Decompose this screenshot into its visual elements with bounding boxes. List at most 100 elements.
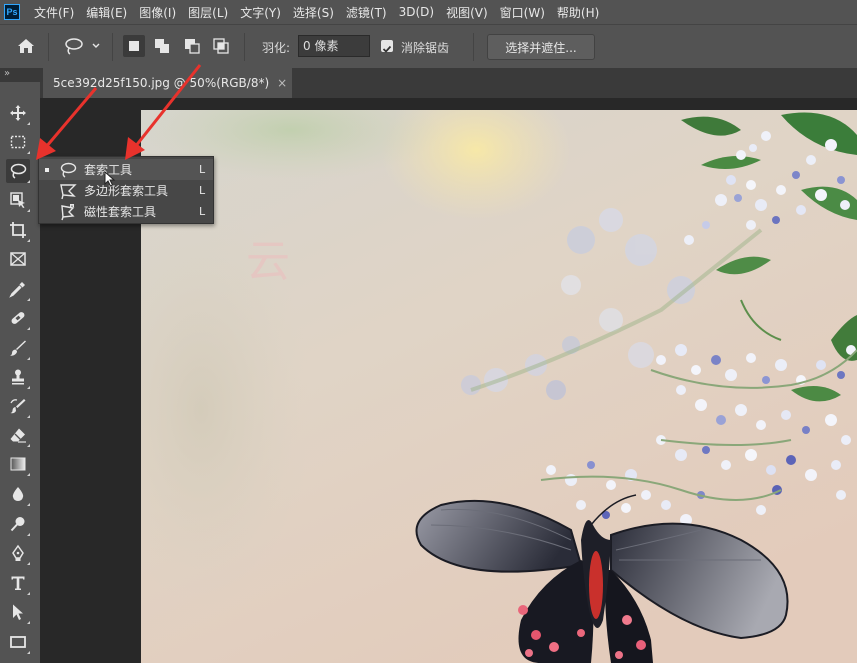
tool-group-indicator [27, 503, 30, 506]
new-selection-button[interactable] [123, 35, 145, 57]
flyout-item-magnetic-lasso[interactable]: 磁性套索工具 L [39, 201, 213, 222]
frame-icon [10, 252, 26, 266]
tool-group-indicator [27, 357, 30, 360]
feather-input[interactable]: 0 像素 [298, 35, 370, 57]
lasso-tool-flyout: 套索工具 L 多边形套索工具 L 磁性套索工具 L [38, 156, 214, 224]
new-selection-icon [129, 41, 139, 51]
history-brush-icon [10, 399, 26, 414]
menu-bar: Ps 文件(F) 编辑(E) 图像(I) 图层(L) 文字(Y) 选择(S) 滤… [0, 0, 857, 24]
rectangle-icon [10, 636, 26, 648]
crop-icon [10, 222, 26, 238]
lasso-icon [10, 163, 27, 179]
flyout-item-lasso[interactable]: 套索工具 L [39, 159, 213, 180]
eyedropper-tool[interactable] [6, 277, 30, 301]
flyout-item-polygonal-lasso[interactable]: 多边形套索工具 L [39, 180, 213, 201]
menu-file[interactable]: 文件(F) [34, 4, 74, 21]
menu-filter[interactable]: 滤镜(T) [346, 4, 387, 21]
polygonal-lasso-icon [60, 184, 77, 200]
tool-group-indicator [27, 562, 30, 565]
tool-group-indicator [27, 386, 30, 389]
history-brush-tool[interactable] [6, 394, 30, 418]
eraser-tool[interactable] [6, 423, 30, 447]
divider [473, 33, 474, 61]
blur-tool[interactable] [6, 482, 30, 506]
gradient-tool[interactable] [6, 452, 30, 476]
pen-tool[interactable] [6, 541, 30, 565]
tool-group-indicator [27, 651, 30, 654]
brush-tool[interactable] [6, 336, 30, 360]
object-selection-icon [10, 192, 25, 208]
type-icon [11, 576, 25, 590]
frame-tool[interactable] [6, 247, 30, 271]
eraser-icon [10, 428, 26, 443]
collapse-panels-button[interactable]: » [0, 68, 44, 82]
menu-edit[interactable]: 编辑(E) [86, 4, 127, 21]
marquee-icon [10, 135, 26, 149]
tool-group-indicator [27, 122, 30, 125]
path-selection-tool[interactable] [6, 600, 30, 624]
flyout-item-label: 多边形套索工具 [84, 184, 169, 198]
select-and-mask-button[interactable]: 选择并遮住... [487, 34, 595, 60]
tool-group-indicator [27, 151, 30, 154]
lasso-tool[interactable] [6, 159, 30, 183]
move-icon [10, 105, 26, 121]
tool-group-indicator [27, 415, 30, 418]
tool-group-indicator [27, 209, 30, 212]
divider [112, 33, 113, 61]
divider [48, 33, 49, 61]
menu-help[interactable]: 帮助(H) [557, 4, 599, 21]
document-tab-title: 5ce392d25f150.jpg @ 50%(RGB/8*) [53, 76, 270, 90]
tool-group-indicator [27, 533, 30, 536]
type-tool[interactable] [6, 571, 30, 595]
menu-window[interactable]: 窗口(W) [500, 4, 545, 21]
tool-group-indicator [27, 444, 30, 447]
flyout-item-shortcut: L [199, 163, 206, 176]
home-icon [18, 39, 34, 53]
tool-preset-picker[interactable] [62, 35, 104, 57]
subtract-from-selection-button[interactable] [181, 35, 203, 57]
dodge-tool[interactable] [6, 512, 30, 536]
object-selection-tool[interactable] [6, 188, 30, 212]
bandage-icon [11, 312, 25, 324]
drop-icon [12, 487, 24, 501]
add-selection-icon [155, 39, 169, 53]
pen-icon [12, 544, 24, 561]
menu-select[interactable]: 选择(S) [293, 4, 334, 21]
menu-type[interactable]: 文字(Y) [240, 4, 281, 21]
selected-bullet-icon [45, 167, 49, 172]
tools-panel [0, 82, 40, 663]
tool-group-indicator [27, 239, 30, 242]
document-canvas-image[interactable] [141, 110, 857, 663]
marquee-tool[interactable] [6, 130, 30, 154]
checkmark-icon [382, 45, 392, 53]
antialias-checkbox[interactable] [381, 40, 393, 53]
close-tab-icon[interactable]: × [277, 76, 287, 90]
tool-group-indicator [27, 180, 30, 183]
gradient-icon [10, 457, 26, 471]
magnetic-lasso-icon [61, 204, 75, 221]
home-button[interactable] [15, 35, 37, 57]
divider [244, 33, 245, 61]
options-bar: 羽化: 0 像素 消除锯齿 选择并遮住... [0, 24, 857, 68]
mouse-pointer-icon [104, 171, 116, 187]
menu-layer[interactable]: 图层(L) [188, 4, 228, 21]
add-to-selection-button[interactable] [151, 35, 173, 57]
butterfly-flowers-photo [141, 110, 857, 663]
menu-image[interactable]: 图像(I) [139, 4, 176, 21]
brush-icon [10, 340, 26, 356]
arrow-cursor-icon [13, 604, 23, 620]
rectangle-tool[interactable] [6, 630, 30, 654]
photoshop-logo[interactable]: Ps [4, 4, 20, 20]
menu-view[interactable]: 视图(V) [446, 4, 488, 21]
antialias-label: 消除锯齿 [401, 41, 450, 55]
healing-brush-tool[interactable] [6, 306, 30, 330]
crop-tool[interactable] [6, 218, 30, 242]
document-tab[interactable]: 5ce392d25f150.jpg @ 50%(RGB/8*) × [43, 68, 292, 98]
canvas-watermark: 云 [246, 236, 290, 287]
clone-stamp-tool[interactable] [6, 365, 30, 389]
tool-group-indicator [27, 327, 30, 330]
intersect-selection-button[interactable] [210, 35, 232, 57]
menu-3d[interactable]: 3D(D) [399, 5, 434, 19]
move-tool[interactable] [6, 101, 30, 125]
feather-label: 羽化: [262, 41, 291, 55]
